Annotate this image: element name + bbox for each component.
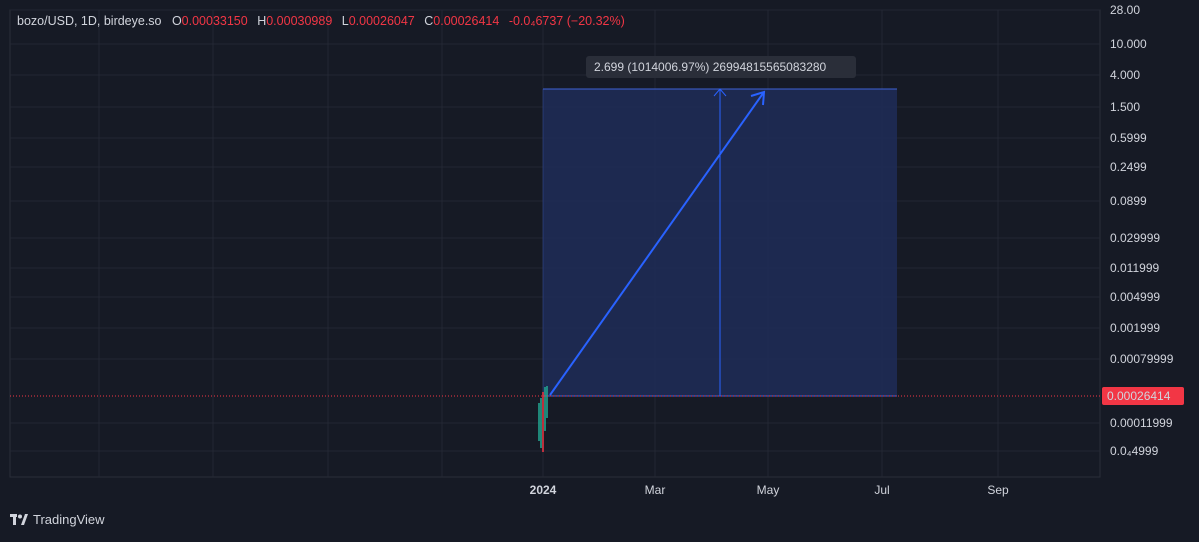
high-value: 0.00030989	[266, 14, 333, 28]
y-tick-label: 0.00079999	[1110, 352, 1174, 366]
y-tick-label: 4.000	[1110, 68, 1140, 82]
y-tick-label: 0.5999	[1110, 131, 1147, 145]
last-price-tag: 0.00026414	[1102, 387, 1184, 405]
x-tick-label: Mar	[645, 483, 666, 497]
chart[interactable]: 2.699 (1014006.97%) 26994815565083280 28.…	[0, 0, 1199, 537]
open-value: 0.00033150	[181, 14, 248, 28]
change-value: -0.0₄6737 (−20.32%)	[508, 14, 625, 28]
tradingview-brand[interactable]: TradingView	[10, 512, 105, 527]
high-label: H	[257, 14, 267, 28]
brand-label: TradingView	[33, 512, 105, 527]
y-tick-label: 0.011999	[1110, 261, 1159, 275]
open-label: O	[171, 14, 182, 28]
low-label: L	[341, 14, 349, 28]
y-tick-label: 0.0₄4999	[1110, 444, 1159, 458]
ohlc-legend: bozo/USD, 1D, birdeye.so O0.00033150 H0.…	[17, 14, 625, 28]
price-chart-svg[interactable]: 2.699 (1014006.97%) 26994815565083280 28.…	[0, 0, 1199, 537]
measure-label-tag: 2.699 (1014006.97%) 26994815565083280	[586, 56, 856, 78]
y-tick-label: 0.0899	[1110, 194, 1147, 208]
tradingview-logo-icon	[10, 513, 28, 525]
low-value: 0.00026047	[348, 14, 415, 28]
y-tick-label: 0.00011999	[1110, 416, 1173, 430]
x-tick-label: 2024	[530, 483, 557, 497]
symbol-label[interactable]: bozo/USD, 1D, birdeye.so	[17, 14, 162, 28]
x-tick-label: May	[757, 483, 780, 497]
y-tick-label: 0.029999	[1110, 231, 1160, 245]
close-label: C	[424, 14, 434, 28]
y-tick-label: 10.000	[1110, 37, 1147, 51]
x-tick-label: Sep	[987, 483, 1009, 497]
measure-label-text: 2.699 (1014006.97%) 26994815565083280	[594, 60, 827, 74]
close-value: 0.00026414	[433, 14, 500, 28]
last-price-tag-text: 0.00026414	[1107, 389, 1171, 403]
y-tick-label: 1.500	[1110, 100, 1140, 114]
y-tick-label: 28.00	[1110, 3, 1140, 17]
x-tick-label: Jul	[874, 483, 889, 497]
y-tick-label: 0.001999	[1110, 321, 1160, 335]
y-tick-label: 0.004999	[1110, 290, 1160, 304]
y-tick-label: 0.2499	[1110, 160, 1147, 174]
